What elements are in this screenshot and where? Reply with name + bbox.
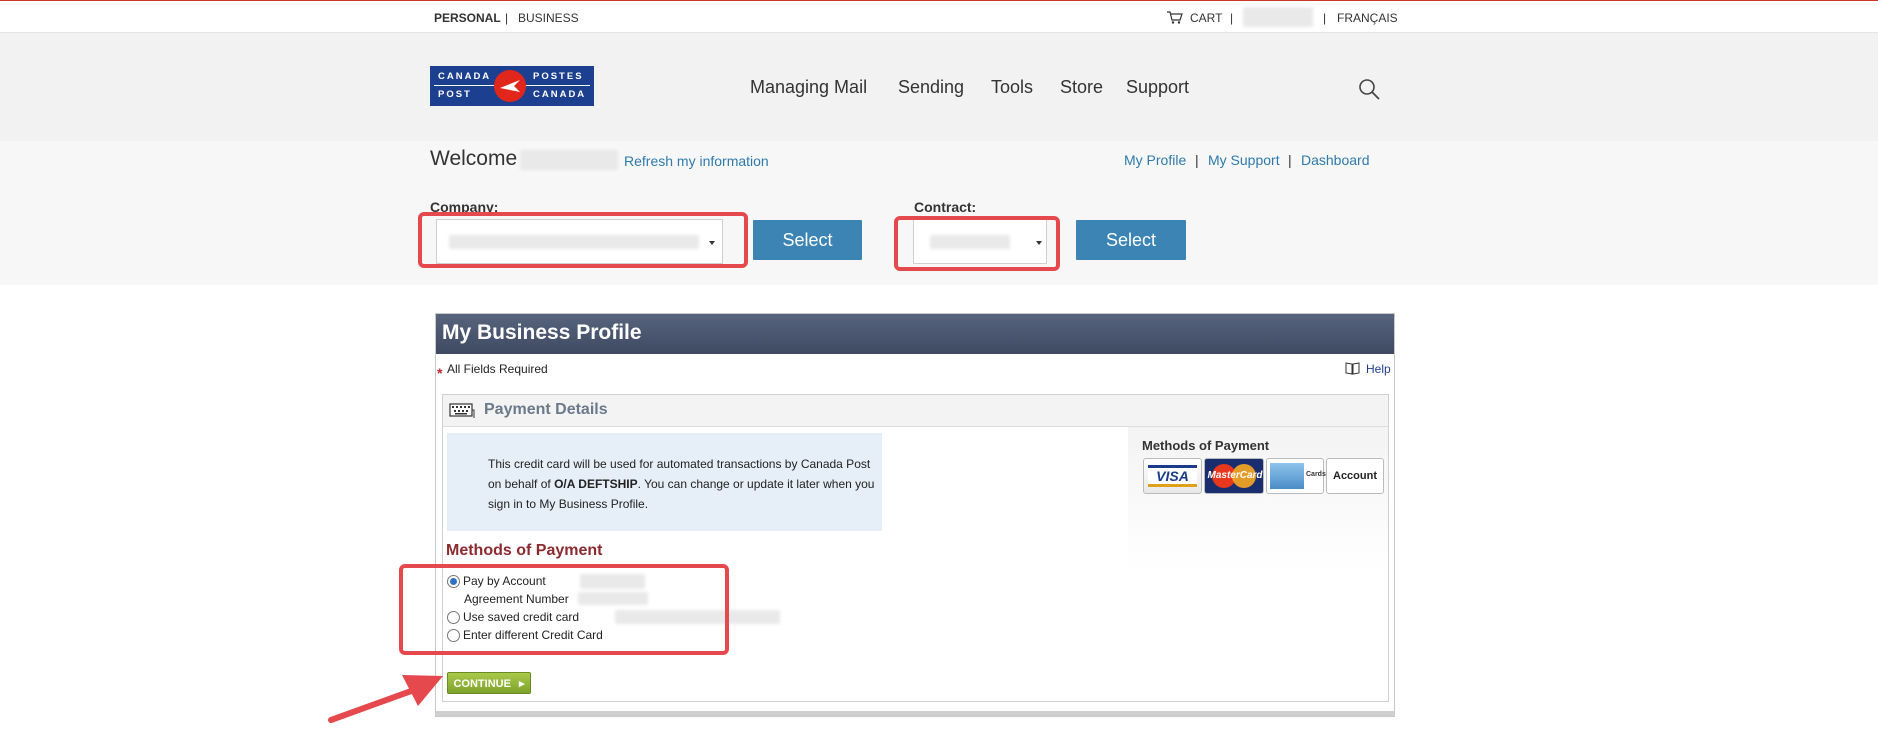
contract-select-button[interactable]: Select — [1076, 220, 1186, 260]
personal-link[interactable]: PERSONAL — [434, 11, 501, 25]
welcome-heading: Welcome — [430, 147, 518, 170]
contract-label: Contract: — [914, 199, 977, 215]
methods-of-payment-title: Methods of Payment — [446, 542, 603, 559]
my-support-link[interactable]: My Support — [1208, 152, 1280, 168]
amex-logo — [1270, 463, 1304, 489]
topbar-separator: | — [1230, 11, 1234, 25]
logo-text: CANADA — [533, 89, 587, 100]
topbar-separator: | — [505, 11, 509, 25]
top-utility-bar: PERSONAL | BUSINESS CART | | FRANÇAIS — [0, 0, 1878, 33]
redacted-name — [520, 150, 618, 170]
dashboard-link[interactable]: Dashboard — [1301, 152, 1370, 168]
keyboard-icon — [449, 403, 475, 418]
cart-icon[interactable] — [1167, 11, 1183, 24]
topbar-separator: | — [1323, 11, 1327, 25]
nav-managing-mail[interactable]: Managing Mail — [750, 77, 867, 98]
highlight-box-company — [418, 212, 748, 268]
info-company-name: O/A DEFTSHIP — [554, 477, 638, 491]
help-link[interactable]: Help — [1366, 362, 1391, 376]
visa-card-icon: VISA — [1143, 458, 1202, 494]
link-separator: | — [1288, 152, 1292, 168]
continue-button[interactable]: CONTINUE ▸ — [447, 672, 531, 694]
mastercard-label: MasterCard — [1207, 470, 1263, 481]
logo-text: CANADA — [438, 71, 492, 82]
help-book-icon[interactable] — [1345, 361, 1360, 375]
search-icon[interactable] — [1358, 78, 1380, 100]
highlight-box-contract — [894, 216, 1060, 271]
profile-bottom-bar — [436, 711, 1394, 716]
amex-label: Cards — [1306, 471, 1326, 478]
nav-sending[interactable]: Sending — [898, 77, 964, 98]
accepted-methods-title: Methods of Payment — [1142, 438, 1270, 453]
account-payment-icon: Account — [1326, 458, 1384, 494]
nav-store[interactable]: Store — [1060, 77, 1103, 98]
canada-post-logo[interactable]: CANADA POSTES POST CANADA — [430, 66, 594, 106]
arrow-right-icon: ▸ — [518, 678, 525, 690]
link-separator: | — [1195, 152, 1199, 168]
annotation-arrow-icon — [328, 675, 443, 723]
mastercard-icon: MasterCard — [1204, 458, 1264, 494]
amex-card-icon: Cards — [1266, 458, 1326, 494]
language-toggle-link[interactable]: FRANÇAIS — [1337, 11, 1398, 25]
page-title: My Business Profile — [442, 321, 642, 344]
nav-tools[interactable]: Tools — [991, 77, 1033, 98]
highlight-box-payment-methods — [399, 564, 729, 655]
logo-text: POST — [438, 89, 472, 100]
visa-label: VISA — [1148, 465, 1197, 487]
business-link[interactable]: BUSINESS — [518, 11, 579, 25]
redacted-username — [1243, 7, 1313, 27]
payment-details-title: Payment Details — [484, 401, 608, 418]
my-profile-link[interactable]: My Profile — [1124, 152, 1186, 168]
logo-text: POSTES — [533, 71, 584, 82]
continue-label: CONTINUE — [453, 678, 511, 690]
cart-link[interactable]: CART — [1190, 11, 1222, 25]
nav-support[interactable]: Support — [1126, 77, 1189, 98]
required-asterisk: * — [437, 365, 443, 381]
logo-emblem-icon — [494, 70, 526, 102]
company-select-button[interactable]: Select — [753, 220, 862, 260]
refresh-information-link[interactable]: Refresh my information — [624, 153, 769, 169]
info-message: This credit card will be used for automa… — [488, 454, 883, 514]
required-fields-note: All Fields Required — [447, 362, 548, 376]
